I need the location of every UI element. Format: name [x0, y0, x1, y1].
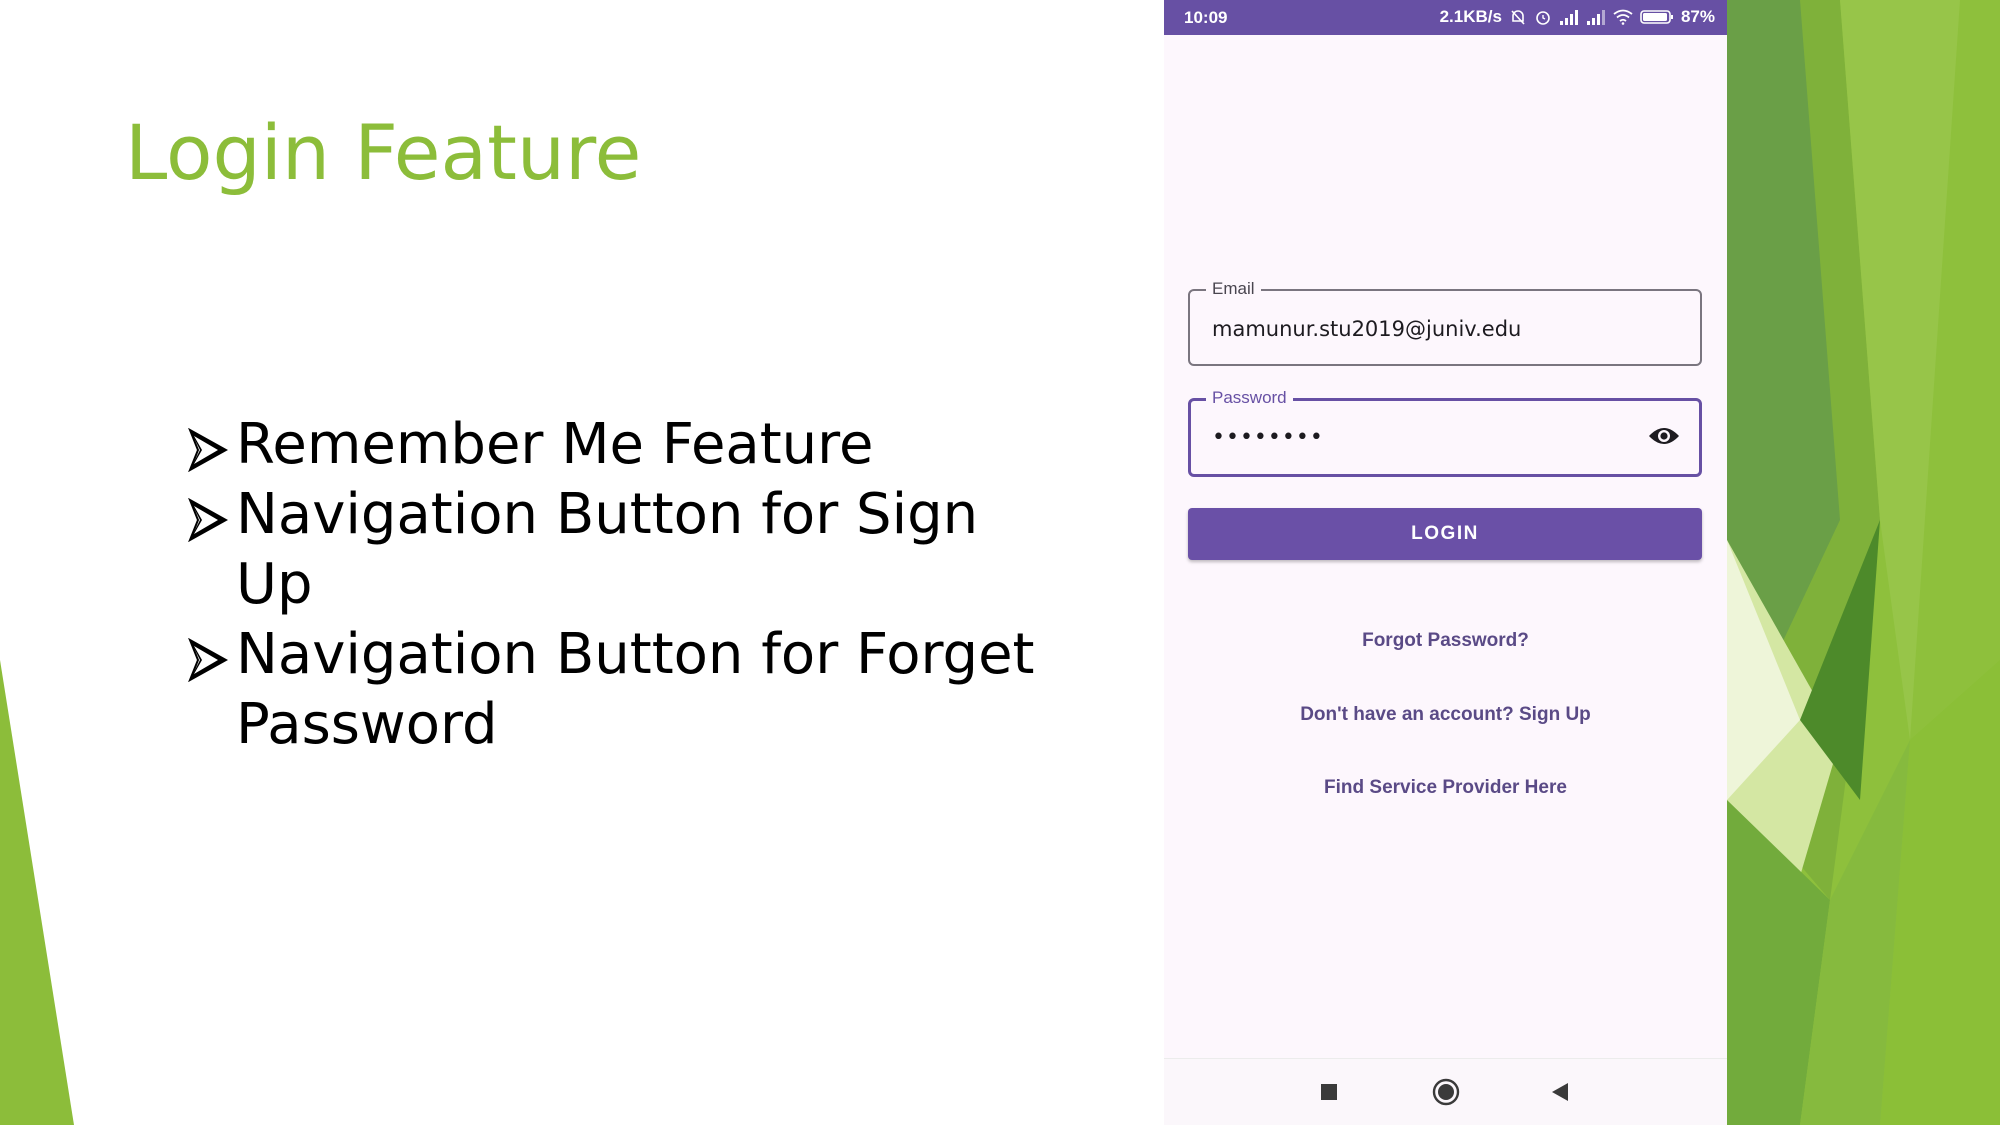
back-triangle-icon[interactable] [1550, 1082, 1570, 1102]
password-input-value[interactable]: •••••••• [1212, 425, 1324, 450]
navigation-bar [1164, 1058, 1727, 1125]
wifi-icon [1613, 9, 1633, 25]
alarm-icon [1536, 11, 1550, 25]
list-item: Navigation Button for Sign Up [188, 480, 1068, 620]
login-button[interactable]: LOGIN [1188, 508, 1702, 560]
slide-decoration-left [0, 660, 74, 1125]
sign-up-link[interactable]: Don't have an account? Sign Up [1164, 704, 1727, 726]
phone-screenshot: 10:09 2.1KB/s 87% Email mamunur.stu2019@… [1164, 0, 1727, 1125]
list-item: Navigation Button for Forget Password [188, 620, 1068, 760]
email-label: Email [1206, 279, 1261, 299]
battery-percent: 87% [1680, 7, 1715, 26]
feature-text: Remember Me Feature [236, 412, 874, 477]
arrow-bullet-icon [188, 638, 228, 682]
feature-text: Navigation Button for Forget Password [236, 622, 1035, 757]
email-field[interactable]: Email mamunur.stu2019@juniv.edu [1188, 279, 1702, 366]
network-speed: 2.1KB/s [1439, 7, 1502, 26]
arrow-bullet-icon [188, 498, 228, 542]
recents-square-icon[interactable] [1320, 1083, 1338, 1101]
battery-icon [1640, 10, 1673, 24]
feature-text: Navigation Button for Sign Up [236, 482, 979, 617]
arrow-bullet-icon [188, 428, 228, 472]
forgot-password-link[interactable]: Forgot Password? [1164, 630, 1727, 652]
status-bar: 10:09 2.1KB/s 87% [1164, 0, 1727, 35]
feature-list: Remember Me Feature Navigation Button fo… [188, 410, 1068, 760]
signal-icon [1559, 10, 1578, 25]
password-field[interactable]: Password •••••••• [1188, 388, 1702, 477]
password-label: Password [1206, 388, 1293, 408]
find-service-provider-link[interactable]: Find Service Provider Here [1164, 777, 1727, 799]
slide-title: Login Feature [125, 108, 642, 197]
email-input-value[interactable]: mamunur.stu2019@juniv.edu [1212, 317, 1521, 341]
list-item: Remember Me Feature [188, 410, 1068, 480]
status-time: 10:09 [1184, 8, 1228, 27]
eye-icon[interactable] [1647, 423, 1681, 449]
home-circle-icon[interactable] [1432, 1078, 1460, 1106]
mute-bell-icon [1511, 10, 1525, 25]
signal-icon [1586, 10, 1605, 25]
